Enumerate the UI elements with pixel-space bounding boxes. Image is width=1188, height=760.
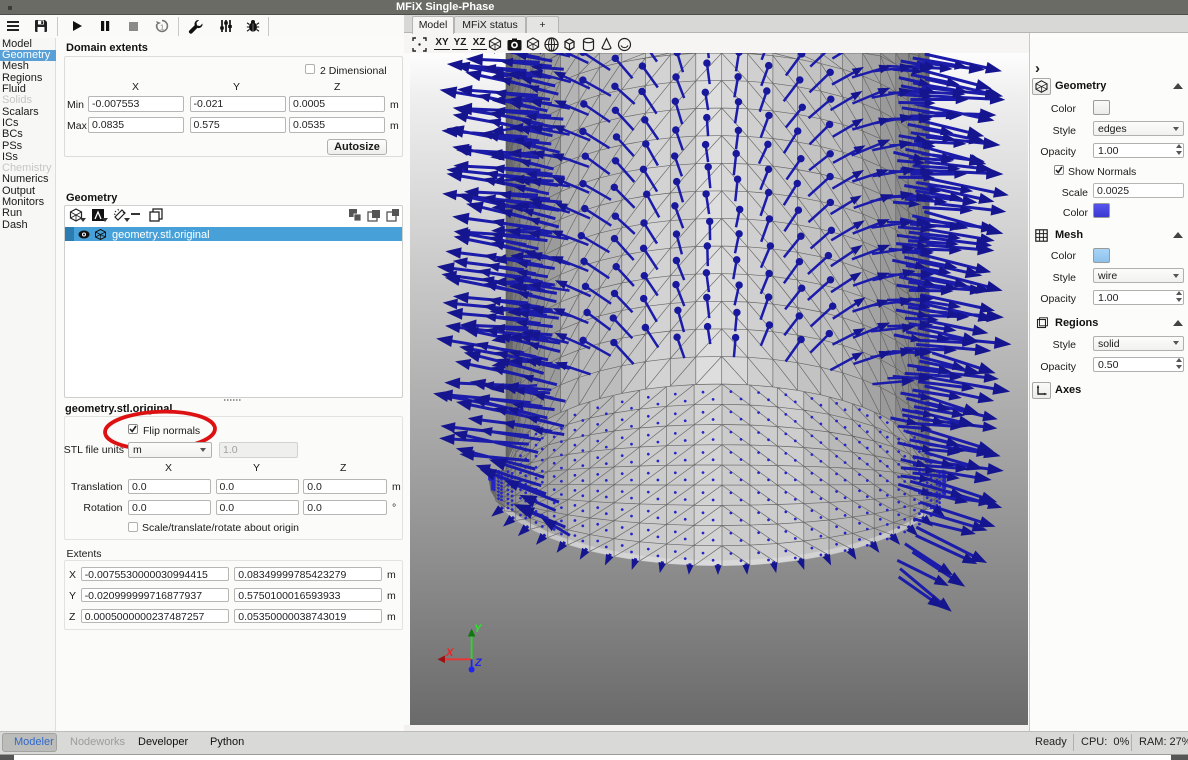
svg-text:Z: Z — [474, 657, 483, 669]
svg-text:1: 1 — [160, 23, 164, 32]
svg-text:X: X — [445, 647, 454, 659]
